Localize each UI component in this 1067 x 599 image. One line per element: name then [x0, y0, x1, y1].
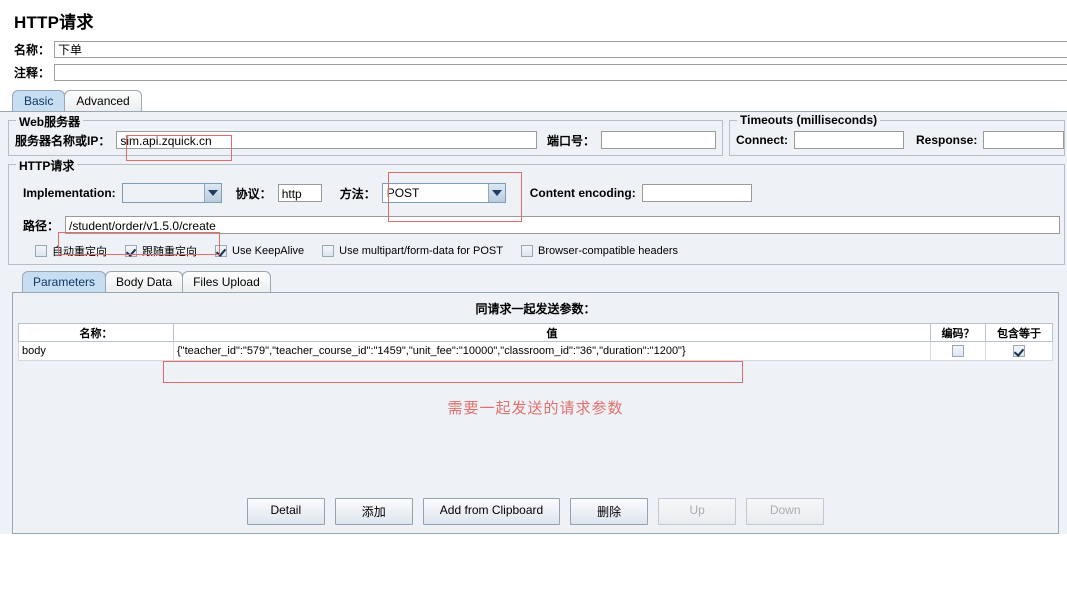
- chevron-down-icon: [203, 184, 221, 202]
- checkbox-icon[interactable]: [952, 345, 964, 357]
- table-row[interactable]: body {"teacher_id":"579","teacher_course…: [18, 341, 1053, 361]
- option-keepalive[interactable]: Use KeepAlive: [215, 245, 304, 257]
- timeouts-group: Timeouts (milliseconds) Connect: Respons…: [729, 113, 1065, 156]
- comment-row: 注释：: [0, 62, 1067, 83]
- add-button[interactable]: 添加: [334, 498, 413, 525]
- data-tabs-wrap: Parameters Body Data Files Upload 同请求一起发…: [12, 271, 1059, 534]
- checkbox-checked-icon[interactable]: [125, 245, 137, 257]
- web-server-group-label: Web服务器: [16, 113, 84, 130]
- tab-advanced[interactable]: Advanced: [64, 90, 142, 111]
- protocol-label: 协议：: [235, 186, 272, 201]
- web-server-group: Web服务器 服务器名称或IP： sim.api.zquick.cn 端口号：: [8, 113, 723, 156]
- connect-input[interactable]: [794, 131, 904, 149]
- data-tabstrip: Parameters Body Data Files Upload: [12, 271, 1059, 292]
- tab-parameters[interactable]: Parameters: [22, 271, 107, 292]
- path-label: 路径：: [23, 218, 60, 233]
- parameters-table: 名称： 值 编码？ 包含等于 body {"teacher_id":"579",…: [18, 323, 1053, 361]
- main-tabstrip: Basic Advanced: [0, 89, 1067, 111]
- table-button-bar: Detail 添加 Add from Clipboard 删除 Up Down: [13, 498, 1058, 525]
- tab-body-data[interactable]: Body Data: [105, 271, 184, 292]
- option-label: Use multipart/form-data for POST: [339, 245, 503, 257]
- option-label: Use KeepAlive: [232, 245, 305, 257]
- implementation-select[interactable]: [121, 183, 222, 203]
- checkbox-icon[interactable]: [35, 245, 47, 257]
- request-options: 自动重定向 跟随重定向 Use KeepAlive Use multipart/…: [9, 239, 1064, 264]
- option-label: Browser-compatible headers: [537, 245, 678, 257]
- response-label: Response:: [916, 133, 978, 147]
- cell-include-equals[interactable]: [985, 341, 1053, 361]
- checkbox-checked-icon[interactable]: [1013, 345, 1025, 357]
- response-input[interactable]: [983, 131, 1064, 149]
- tab-files-upload[interactable]: Files Upload: [182, 271, 271, 292]
- detail-button[interactable]: Detail: [246, 498, 325, 525]
- down-button: Down: [746, 498, 825, 525]
- implementation-label: Implementation:: [23, 186, 116, 200]
- table-header-row: 名称： 值 编码？ 包含等于: [18, 323, 1053, 342]
- delete-button[interactable]: 删除: [570, 498, 649, 525]
- server-input[interactable]: sim.api.zquick.cn: [116, 131, 537, 149]
- tab-basic[interactable]: Basic: [12, 90, 66, 111]
- comment-input[interactable]: [54, 64, 1067, 81]
- cell-value[interactable]: {"teacher_id":"579","teacher_course_id":…: [173, 341, 931, 361]
- method-label: 方法：: [339, 186, 376, 201]
- timeouts-group-label: Timeouts (milliseconds): [737, 113, 881, 127]
- option-auto-redirect[interactable]: 自动重定向: [35, 243, 107, 259]
- parameters-caption: 同请求一起发送参数：: [475, 302, 596, 316]
- column-header-include-equals[interactable]: 包含等于: [985, 323, 1053, 342]
- chevron-down-icon: [487, 184, 505, 202]
- name-input[interactable]: 下单: [54, 41, 1067, 58]
- cell-encode[interactable]: [930, 341, 986, 361]
- option-label: 跟随重定向: [142, 246, 197, 258]
- parameters-panel: 同请求一起发送参数： 名称： 值 编码？ 包含等于 body {"teacher…: [12, 292, 1059, 534]
- column-header-value[interactable]: 值: [173, 323, 931, 342]
- add-from-clipboard-button[interactable]: Add from Clipboard: [422, 498, 561, 525]
- basic-tab-panel: Web服务器 服务器名称或IP： sim.api.zquick.cn 端口号： …: [0, 111, 1067, 534]
- cell-name[interactable]: body: [18, 341, 174, 361]
- checkbox-icon[interactable]: [520, 245, 533, 257]
- path-input[interactable]: /student/order/v1.5.0/create: [65, 216, 1060, 234]
- option-browser-headers[interactable]: Browser-compatible headers: [520, 245, 678, 257]
- content-encoding-label: Content encoding:: [529, 186, 636, 200]
- server-label: 服务器名称或IP：: [15, 133, 111, 148]
- protocol-input[interactable]: http: [277, 184, 322, 202]
- checkbox-icon[interactable]: [322, 245, 335, 257]
- column-header-encode[interactable]: 编码？: [930, 323, 986, 342]
- name-label: 名称：: [14, 43, 51, 57]
- option-label: 自动重定向: [52, 246, 107, 258]
- content-encoding-input[interactable]: [641, 184, 752, 202]
- option-follow-redirect[interactable]: 跟随重定向: [125, 243, 197, 259]
- port-label: 端口号：: [546, 133, 595, 148]
- annotation-text: 需要一起发送的请求参数: [447, 400, 624, 417]
- column-header-name[interactable]: 名称：: [18, 323, 174, 342]
- comment-label: 注释：: [14, 66, 51, 80]
- option-multipart[interactable]: Use multipart/form-data for POST: [322, 245, 503, 257]
- http-request-group: HTTP请求 Implementation: 协议： http 方法： POST…: [8, 157, 1065, 265]
- page-title: HTTP请求: [14, 13, 94, 32]
- method-value: POST: [386, 186, 420, 200]
- up-button: Up: [658, 498, 737, 525]
- port-input[interactable]: [601, 131, 716, 149]
- http-request-group-label: HTTP请求: [16, 157, 78, 174]
- name-row: 名称： 下单: [0, 39, 1067, 60]
- connect-label: Connect:: [736, 133, 788, 147]
- method-select[interactable]: POST: [381, 183, 506, 203]
- checkbox-checked-icon[interactable]: [215, 245, 227, 257]
